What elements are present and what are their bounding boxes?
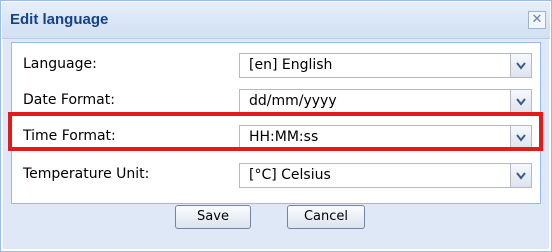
dialog-title: Edit language <box>10 11 109 28</box>
language-row: Language: [en] English <box>12 48 540 80</box>
temperature-unit-highlight <box>8 112 543 151</box>
button-bar: Save Cancel <box>3 205 549 235</box>
date-format-value: dd/mm/yyyy <box>249 93 337 109</box>
temperature-unit-label: Temperature Unit: <box>23 166 150 182</box>
date-format-select[interactable]: dd/mm/yyyy <box>239 89 532 114</box>
temperature-unit-row: Temperature Unit: [°C] Celsius <box>12 158 540 190</box>
cancel-button[interactable]: Cancel <box>287 205 365 229</box>
edit-language-dialog: Edit language ✕ Language: [en] English D… <box>0 0 552 252</box>
close-icon[interactable]: ✕ <box>528 11 546 29</box>
language-select[interactable]: [en] English <box>239 53 532 78</box>
save-button[interactable]: Save <box>175 205 251 229</box>
language-label: Language: <box>23 56 97 72</box>
chevron-down-icon[interactable] <box>510 54 531 77</box>
chevron-down-icon[interactable] <box>510 164 531 187</box>
date-format-label: Date Format: <box>23 92 115 108</box>
dialog-titlebar[interactable]: Edit language ✕ <box>2 2 550 39</box>
temperature-unit-value: [°C] Celsius <box>249 167 331 183</box>
chevron-down-icon[interactable] <box>510 90 531 113</box>
temperature-unit-select[interactable]: [°C] Celsius <box>239 163 532 188</box>
language-value: [en] English <box>249 57 333 73</box>
